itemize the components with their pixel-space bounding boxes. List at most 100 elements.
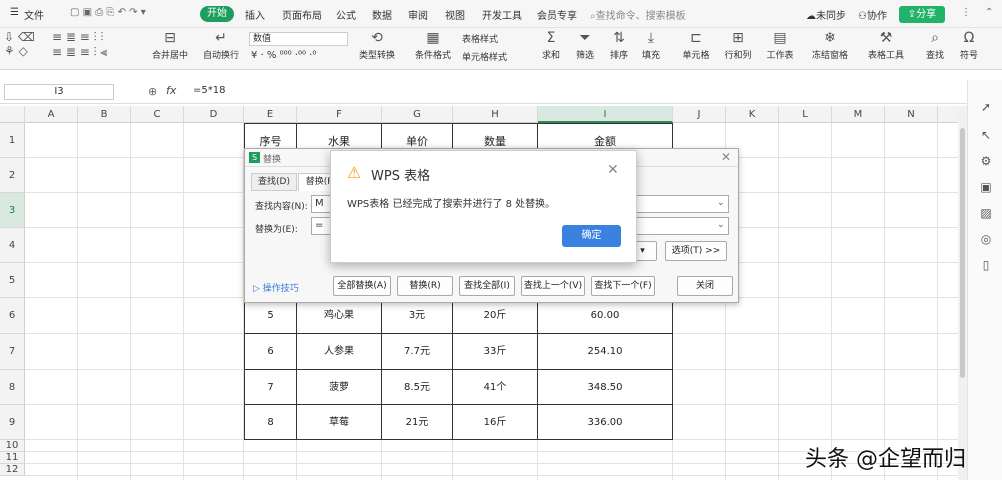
- table-cell[interactable]: 人参果: [297, 334, 382, 370]
- book-icon[interactable]: ▯: [979, 258, 993, 272]
- paste-format-icons[interactable]: ⇩ ⌫ ⚘ ◇: [4, 30, 40, 58]
- table-cell[interactable]: 20斤: [453, 298, 538, 334]
- close-icon[interactable]: ✕: [607, 162, 619, 178]
- find-next-button[interactable]: 查找下一个(F): [591, 276, 655, 296]
- table-cell[interactable]: 8: [244, 405, 297, 440]
- column-header-n[interactable]: N: [885, 106, 938, 123]
- sync-status[interactable]: ☁未同步: [806, 7, 846, 22]
- menu-review[interactable]: 审阅: [408, 7, 428, 22]
- find-dropdown-icon[interactable]: ⌄: [717, 198, 725, 208]
- menu-view[interactable]: 视图: [445, 7, 465, 22]
- formula-input[interactable]: =5*18: [193, 85, 225, 96]
- menu-formulas[interactable]: 公式: [336, 7, 356, 22]
- name-box[interactable]: I3: [4, 84, 114, 100]
- row-header-9[interactable]: 9: [0, 405, 25, 440]
- table-cell[interactable]: 3元: [382, 298, 453, 334]
- wrap-text-button[interactable]: ↵ 自动换行: [198, 30, 244, 61]
- table-cell[interactable]: 16斤: [453, 405, 538, 440]
- table-style-button[interactable]: 表格样式: [462, 32, 522, 45]
- worksheet-button[interactable]: ▤ 工作表: [760, 30, 800, 61]
- tips-link[interactable]: ▷ 操作技巧: [253, 281, 299, 294]
- ok-button[interactable]: 确定: [562, 225, 621, 247]
- location-icon[interactable]: ◎: [979, 232, 993, 246]
- menu-page-layout[interactable]: 页面布局: [282, 7, 322, 22]
- row-header-10[interactable]: 10: [0, 440, 25, 452]
- menu-member[interactable]: 会员专享: [537, 7, 577, 22]
- column-header-l[interactable]: L: [779, 106, 832, 123]
- table-cell[interactable]: 21元: [382, 405, 453, 440]
- cell-style-button[interactable]: 单元格样式: [462, 50, 528, 63]
- options-button[interactable]: 选项(T) >>: [665, 241, 727, 261]
- sort-button[interactable]: ⇅ 排序: [604, 30, 634, 61]
- column-header-b[interactable]: B: [78, 106, 131, 123]
- zoom-icon[interactable]: ⊕: [148, 85, 157, 98]
- type-convert-button[interactable]: ⟲ 类型转换: [350, 30, 404, 61]
- column-header-c[interactable]: C: [131, 106, 184, 123]
- table-cell[interactable]: 41个: [453, 370, 538, 405]
- cell-button[interactable]: ⊏ 单元格: [676, 30, 716, 61]
- find-all-button[interactable]: 查找全部(I): [459, 276, 515, 296]
- table-cell[interactable]: 33斤: [453, 334, 538, 370]
- table-cell[interactable]: 7.7元: [382, 334, 453, 370]
- sum-button[interactable]: Σ 求和: [536, 30, 566, 61]
- table-cell[interactable]: 草莓: [297, 405, 382, 440]
- table-cell[interactable]: 菠萝: [297, 370, 382, 405]
- align-icons[interactable]: ≡ ≣ ≡ ⫶ ⫶ ≡ ≣ ≡ ⫶ ⫷: [52, 30, 140, 60]
- symbol-button[interactable]: Ω 符号: [954, 30, 984, 61]
- column-header-i[interactable]: I: [538, 106, 673, 123]
- freeze-panes-button[interactable]: ❄ 冻结窗格: [806, 30, 854, 61]
- replace-button[interactable]: 替换(R): [397, 276, 453, 296]
- more-icon[interactable]: ⋮: [961, 7, 971, 18]
- column-header-e[interactable]: E: [244, 106, 297, 123]
- replace-all-button[interactable]: 全部替换(A): [333, 276, 391, 296]
- close-icon[interactable]: ✕: [721, 150, 731, 164]
- fill-button[interactable]: ⤓ 填充: [636, 30, 666, 61]
- column-header-j[interactable]: J: [673, 106, 726, 123]
- command-search[interactable]: ⌕查找命令、搜索模板: [590, 7, 686, 22]
- rocket-icon[interactable]: ➚: [979, 100, 993, 114]
- column-header-g[interactable]: G: [382, 106, 453, 123]
- collab-button[interactable]: ⚇协作: [858, 7, 887, 22]
- column-header-k[interactable]: K: [726, 106, 779, 123]
- find-button[interactable]: ⌕ 查找: [920, 30, 950, 61]
- table-tools-button[interactable]: ⚒ 表格工具: [862, 30, 910, 61]
- share-button[interactable]: ⇪分享: [899, 6, 945, 23]
- merge-center-button[interactable]: ⊟ 合并居中: [146, 30, 194, 61]
- table-cell[interactable]: 60.00: [538, 298, 673, 334]
- menu-insert[interactable]: 插入: [245, 7, 265, 22]
- row-col-button[interactable]: ⊞ 行和列: [718, 30, 758, 61]
- number-format-select[interactable]: 数值: [249, 32, 348, 46]
- row-header-11[interactable]: 11: [0, 452, 25, 464]
- number-format-symbols[interactable]: ¥ · % ⁰⁰⁰ ·⁰⁰ ·⁰: [251, 50, 351, 61]
- table-cell[interactable]: 鸡心果: [297, 298, 382, 334]
- cursor-icon[interactable]: ↖: [979, 128, 993, 142]
- row-header-1[interactable]: 1: [0, 123, 25, 158]
- quick-access-icons[interactable]: ▢ ▣ ⎙ ⎘ ↶ ↷ ▾: [70, 7, 146, 18]
- column-header-h[interactable]: H: [453, 106, 538, 123]
- replace-dropdown-icon[interactable]: ⌄: [717, 220, 725, 230]
- column-header-f[interactable]: F: [297, 106, 382, 123]
- table-cell[interactable]: 254.10: [538, 334, 673, 370]
- table-cell[interactable]: 6: [244, 334, 297, 370]
- note-icon[interactable]: ▣: [979, 180, 993, 194]
- table-cell[interactable]: 336.00: [538, 405, 673, 440]
- row-header-8[interactable]: 8: [0, 370, 25, 405]
- select-all-corner[interactable]: [0, 106, 25, 123]
- table-cell[interactable]: 8.5元: [382, 370, 453, 405]
- conditional-format-button[interactable]: ▦ 条件格式: [410, 30, 456, 61]
- collapse-icon[interactable]: ⌃: [985, 7, 993, 18]
- row-header-12[interactable]: 12: [0, 464, 25, 476]
- table-cell[interactable]: 348.50: [538, 370, 673, 405]
- vertical-scrollbar[interactable]: [958, 106, 967, 480]
- table-cell[interactable]: 5: [244, 298, 297, 334]
- scroll-thumb[interactable]: [960, 128, 965, 378]
- row-header-6[interactable]: 6: [0, 298, 25, 334]
- row-header-7[interactable]: 7: [0, 334, 25, 370]
- column-header-m[interactable]: M: [832, 106, 885, 123]
- column-header-a[interactable]: A: [25, 106, 78, 123]
- menu-home-tab[interactable]: 开始: [200, 6, 234, 22]
- menu-file[interactable]: 文件: [24, 7, 44, 22]
- filter-button[interactable]: ⏷ 筛选: [570, 30, 600, 61]
- row-header-3[interactable]: 3: [0, 193, 25, 228]
- sliders-icon[interactable]: ⚙: [979, 154, 993, 168]
